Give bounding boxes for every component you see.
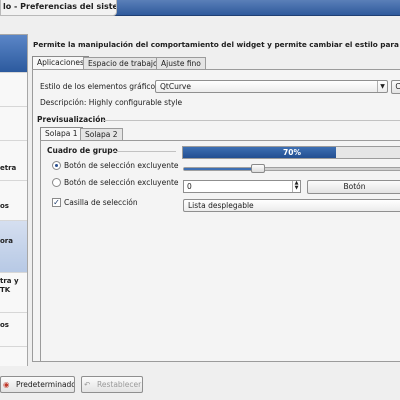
group-box-title: Cuadro de grupo <box>47 146 118 155</box>
sidebar-item[interactable] <box>0 107 27 141</box>
radio-button-1[interactable] <box>52 161 61 170</box>
tab-label: Solapa 1 <box>45 129 78 138</box>
preview-button[interactable]: Botón <box>307 180 400 194</box>
sidebar-item-selected[interactable] <box>0 35 27 73</box>
window-title: lo - Preferencias del sistema <box>0 0 117 16</box>
tab-label: Espacio de trabajo <box>88 59 158 68</box>
slider-track[interactable] <box>183 167 400 171</box>
reset-button-label: Restablecer <box>97 380 142 389</box>
sidebar-item[interactable]: os <box>0 181 27 221</box>
radio-button-1-label: Botón de selección excluyente <box>64 161 179 170</box>
checkbox[interactable]: ✓ <box>52 198 61 207</box>
style-description: Descripción: Highly configurable style <box>40 98 183 107</box>
slider-handle[interactable] <box>251 164 265 173</box>
spin-arrows-icon[interactable]: ▲ ▼ <box>292 181 300 192</box>
group-box-line <box>113 151 176 152</box>
sidebar-item[interactable] <box>0 347 27 366</box>
sidebar-item[interactable]: tra y TK <box>0 273 27 313</box>
tab-solapa-1[interactable]: Solapa 1 <box>40 127 83 141</box>
radio-button-2-label: Botón de selección excluyente <box>64 178 179 187</box>
progress-text: 70% <box>283 148 301 157</box>
default-button-label: Predeterminado <box>16 380 75 389</box>
sidebar-item-label: tra y <box>0 277 19 285</box>
preview-heading-line <box>102 120 400 121</box>
sidebar-item-label: TK <box>0 286 11 294</box>
page-description: Permite la manipulación del comportamien… <box>33 40 400 49</box>
sidebar-item-label: etra <box>0 164 17 172</box>
reset-button[interactable]: ↶ Restablecer <box>81 376 143 393</box>
style-label: Estilo de los elementos gráficos: <box>40 82 162 91</box>
sidebar-item-label: ora <box>0 237 13 245</box>
preview-button-label: Botón <box>343 182 366 191</box>
sidebar-item[interactable] <box>0 73 27 107</box>
preview-dropdown-value: Lista desplegable <box>188 201 254 210</box>
preview-dropdown[interactable]: Lista desplegable <box>183 199 400 212</box>
spin-box[interactable]: 0 ▲ ▼ <box>183 180 301 193</box>
lifebuoy-icon: ◉ <box>3 380 10 389</box>
sidebar-item[interactable]: os <box>0 313 27 347</box>
radio-button-2[interactable] <box>52 178 61 187</box>
sidebar-item[interactable]: etra <box>0 141 27 181</box>
preview-panel <box>40 140 400 362</box>
sidebar-item[interactable]: ora <box>0 221 27 273</box>
default-button[interactable]: ◉ Predeterminado <box>0 376 75 393</box>
undo-icon: ↶ <box>84 380 91 389</box>
preview-heading: Previsualización <box>37 115 106 124</box>
tab-aplicaciones[interactable]: Aplicaciones <box>32 56 89 70</box>
sidebar-item-label: os <box>0 321 9 329</box>
style-dropdown-value: QtCurve <box>160 82 191 91</box>
sidebar-item-label: os <box>0 202 9 210</box>
configure-style-button[interactable]: C <box>391 80 400 94</box>
progress-bar: 70% <box>182 146 400 159</box>
tab-label: Solapa 2 <box>85 130 118 139</box>
tab-label: Aplicaciones <box>37 58 84 67</box>
checkbox-label: Casilla de selección <box>64 198 138 207</box>
configure-style-button-label: C <box>395 82 400 91</box>
tab-label: Ajuste fino <box>161 59 201 68</box>
chevron-down-icon: ▼ <box>377 81 387 92</box>
slider-fill <box>184 168 261 170</box>
spin-box-value: 0 <box>187 182 192 191</box>
style-dropdown[interactable]: QtCurve ▼ <box>155 80 388 93</box>
sidebar: etra os ora tra y TK os <box>0 34 28 366</box>
